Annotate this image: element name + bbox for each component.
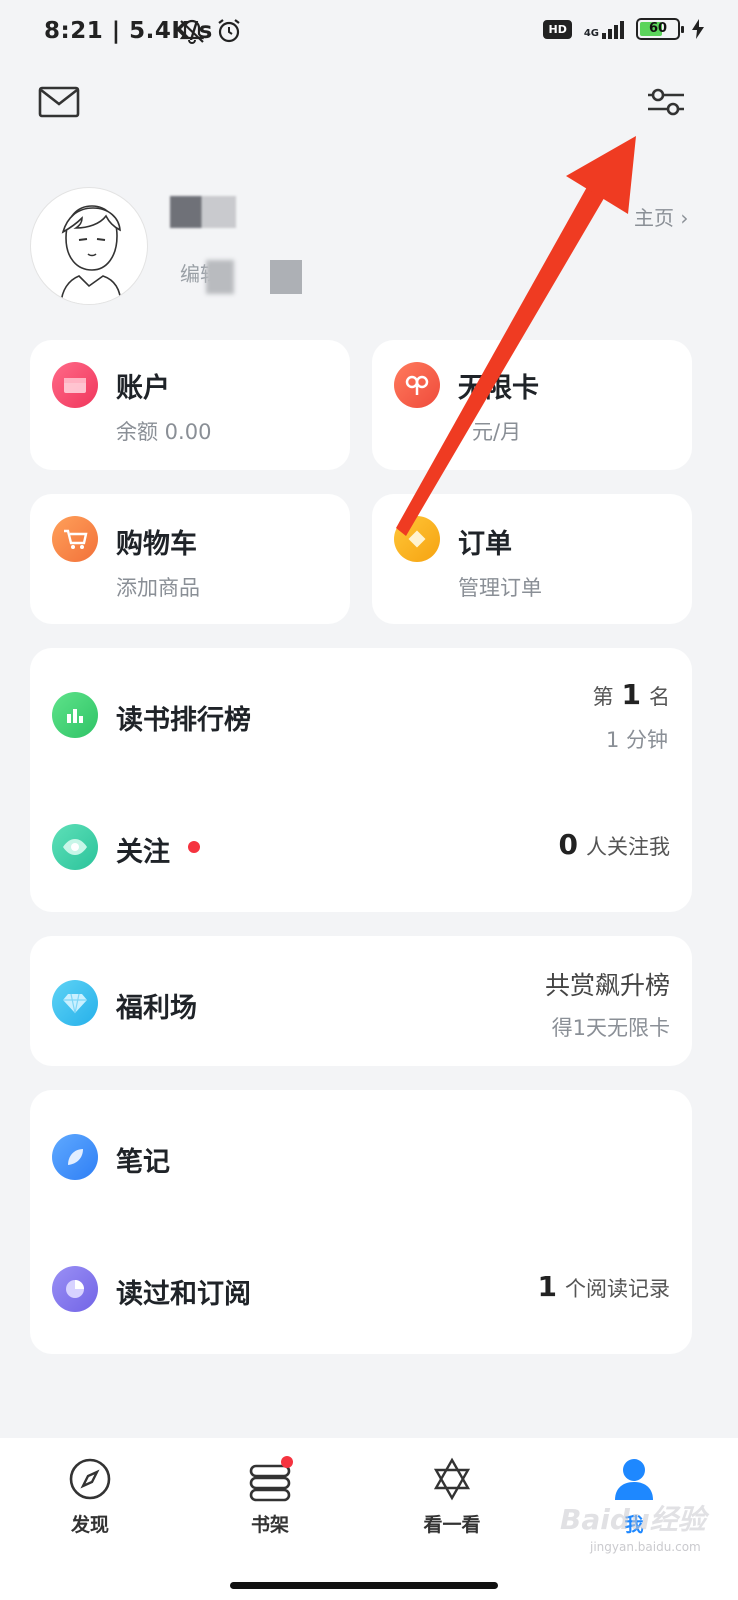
annotation-arrow (396, 136, 636, 536)
compass-icon (69, 1458, 111, 1500)
person-icon (615, 1459, 653, 1500)
bookshelf-icon (249, 1456, 293, 1502)
star-of-david-icon (433, 1457, 471, 1501)
home-indicator[interactable] (230, 1582, 498, 1589)
tab-look[interactable]: 看一看 (392, 1456, 512, 1537)
tab-discover-label: 发现 (70, 1514, 109, 1536)
tab-look-label: 看一看 (423, 1514, 481, 1536)
tab-shelf-label: 书架 (250, 1514, 289, 1536)
watermark-url: jingyan.baidu.com (590, 1540, 701, 1554)
tab-discover[interactable]: 发现 (30, 1456, 150, 1537)
tab-shelf[interactable]: 书架 (210, 1456, 330, 1537)
watermark: Baidu经验 (560, 1503, 706, 1536)
